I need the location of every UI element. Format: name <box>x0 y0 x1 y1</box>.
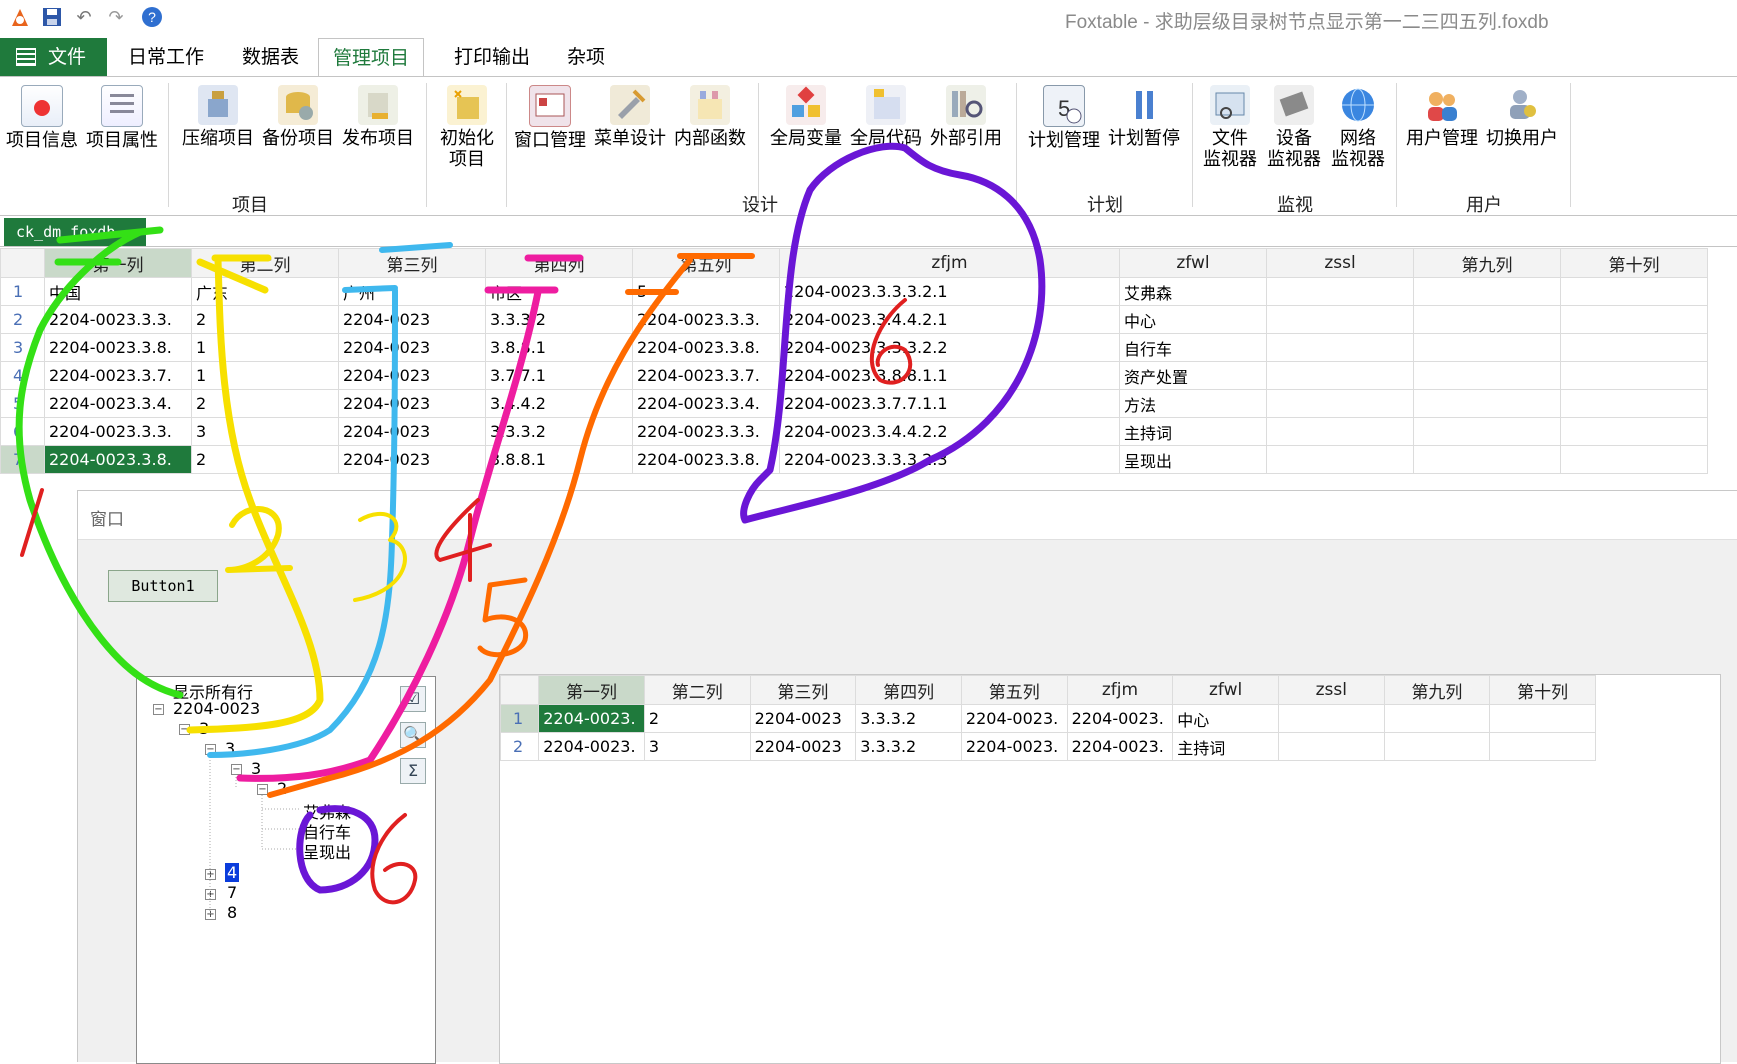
annotation-stroke-yellow <box>186 254 324 734</box>
annotation-stroke-magenta <box>236 254 584 782</box>
annotation-stroke-green <box>15 226 184 699</box>
annotation-numbers <box>20 298 913 905</box>
annotation-stroke-purple <box>296 142 1046 894</box>
annotation-overlay <box>15 142 1046 905</box>
